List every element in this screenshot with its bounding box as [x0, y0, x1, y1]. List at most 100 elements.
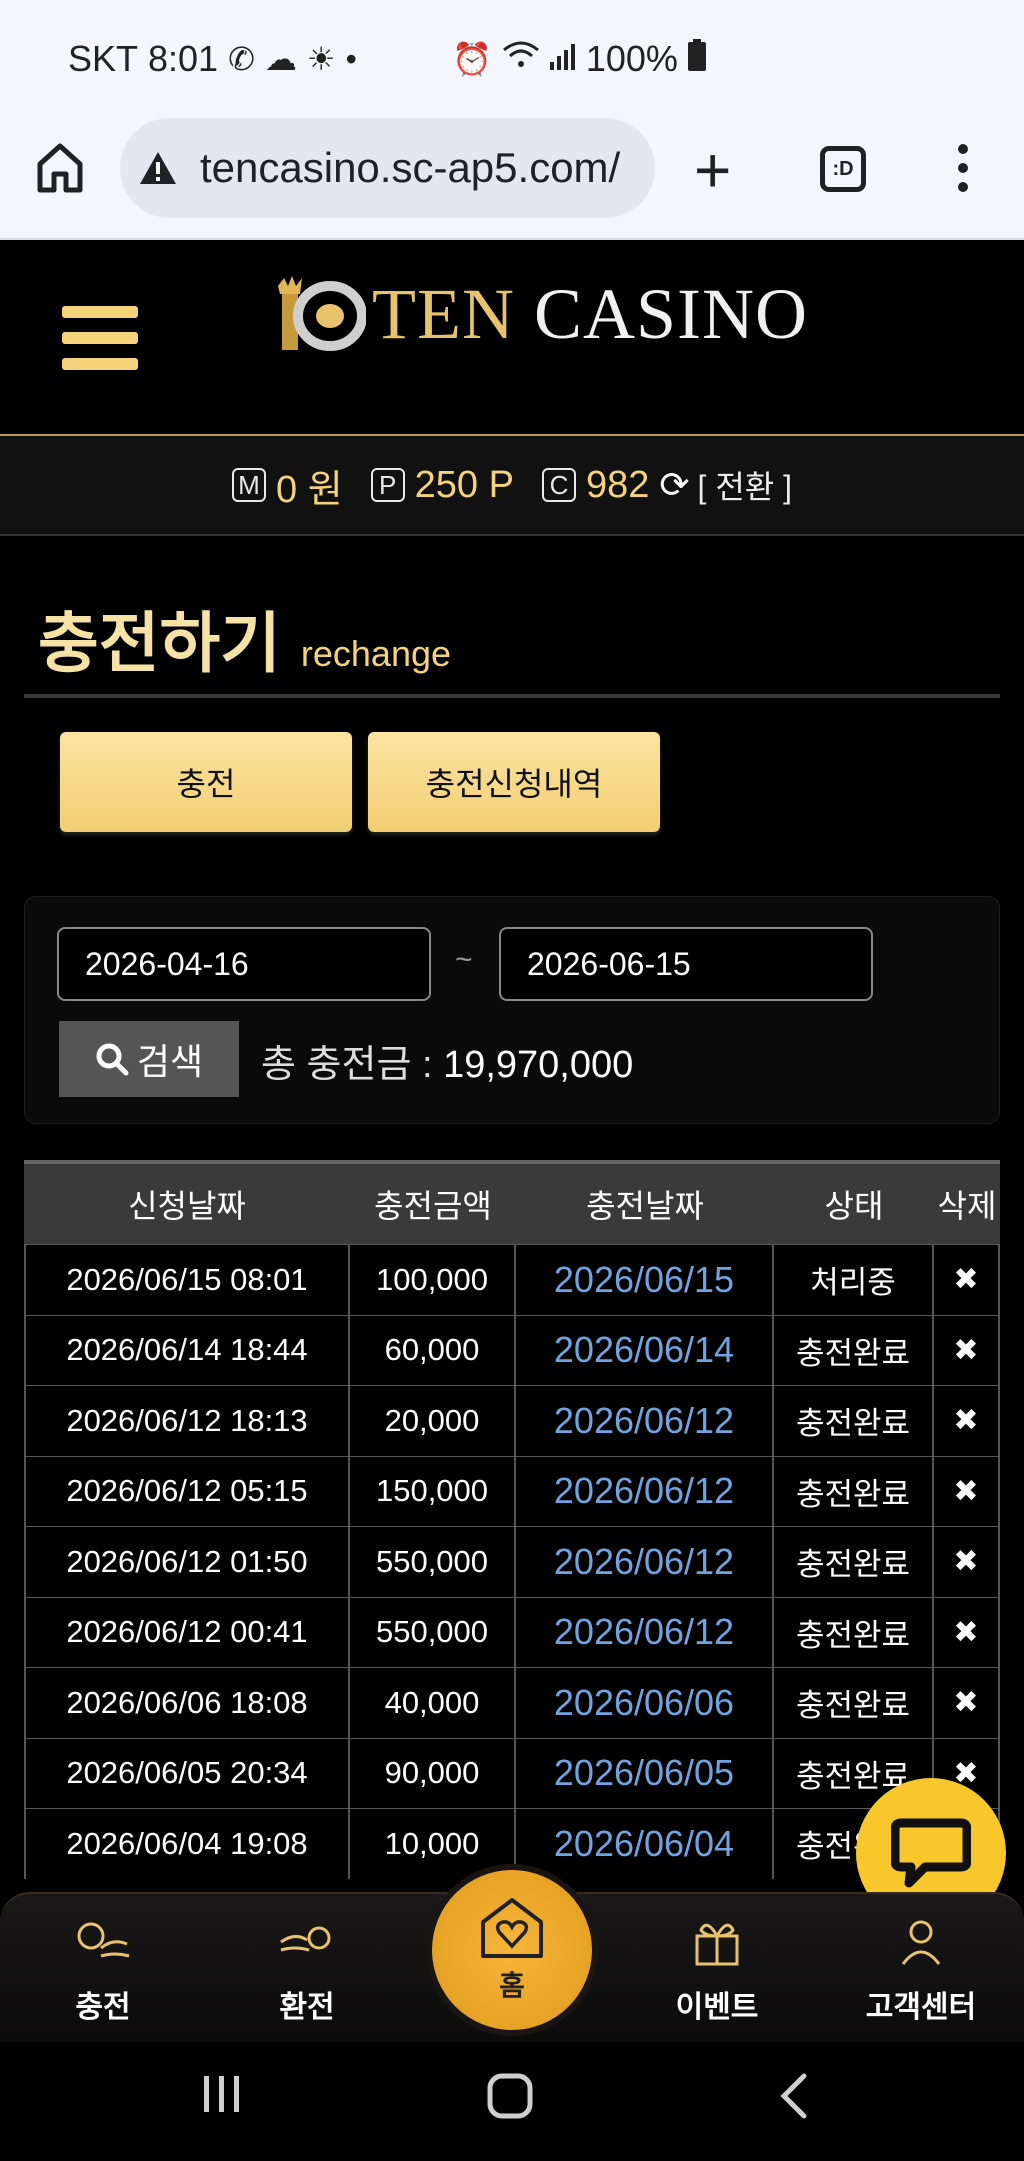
total-charge: 총 충전금 : 19,970,000 [261, 1033, 633, 1088]
cell-request-date: 2026/06/15 08:01 [24, 1245, 350, 1315]
hamburger-menu-icon[interactable] [62, 306, 138, 384]
cell-charge-date-link[interactable]: 2026/06/04 [516, 1809, 774, 1879]
cell-status: 처리중 [774, 1245, 934, 1315]
browser-toolbar: tencasino.sc-ap5.com/ + :D [0, 118, 1024, 240]
page-title-english: rechange [300, 633, 452, 674]
cell-charge-date-link[interactable]: 2026/06/12 [516, 1386, 774, 1456]
tab-switcher-button[interactable]: :D [820, 146, 866, 192]
total-charge-label: 총 충전금 : [261, 1044, 433, 1086]
title-divider [24, 694, 1000, 698]
signal-icon [549, 41, 576, 78]
search-panel: 2026-04-16 ~ 2026-06-15 검색 총 충전금 : 19,97… [24, 896, 1000, 1124]
cell-charge-date-link[interactable]: 2026/06/15 [516, 1245, 774, 1315]
header-status: 상태 [824, 1188, 884, 1224]
system-navigation-bar [0, 2042, 1024, 2161]
money-badge-icon: M [232, 468, 266, 502]
url-text[interactable]: tencasino.sc-ap5.com/ [200, 144, 620, 192]
logo-emblem-icon [278, 276, 366, 351]
call-status-icon: ✆ [228, 41, 255, 77]
logo-text-ten: TEN [372, 273, 515, 354]
table-row: 2026/06/06 18:08 40,000 2026/06/06 충전완료 ✖ [24, 1667, 1000, 1738]
cell-status: 충전완료 [774, 1386, 934, 1456]
sun-icon: ☀ [306, 41, 336, 77]
coin-badge-icon: C [541, 468, 576, 502]
nav-event[interactable]: 이벤트 [642, 1908, 792, 2026]
cell-charge-date-link[interactable]: 2026/06/12 [516, 1456, 774, 1526]
wifi-icon [502, 40, 540, 78]
cell-request-date: 2026/06/12 00:41 [24, 1597, 350, 1667]
cell-amount: 60,000 [350, 1315, 516, 1385]
cell-charge-date-link[interactable]: 2026/06/05 [516, 1738, 774, 1808]
date-from-input[interactable]: 2026-04-16 [57, 927, 431, 1001]
coin-value: 982 [585, 463, 650, 506]
cell-status: 충전완료 [774, 1456, 934, 1526]
convert-link[interactable]: [ 전환 ] [698, 462, 792, 508]
alarm-icon: ⏰ [452, 41, 492, 77]
nav-home-label: 홈 [499, 1970, 525, 2001]
nav-support-label: 고객센터 [865, 1991, 977, 2024]
charge-history-button[interactable]: 충전신청내역 [368, 732, 660, 832]
delete-row-icon[interactable]: ✖ [934, 1245, 1000, 1315]
cell-amount: 550,000 [350, 1527, 516, 1597]
cell-amount: 150,000 [350, 1456, 516, 1526]
date-to-input[interactable]: 2026-06-15 [499, 927, 873, 1001]
gift-icon [695, 1923, 739, 1966]
not-secure-warning-icon[interactable] [138, 150, 178, 186]
new-tab-plus-icon[interactable]: + [694, 138, 731, 202]
cell-request-date: 2026/06/04 19:08 [24, 1809, 350, 1879]
cloud-icon: ☁ [264, 41, 297, 77]
cell-charge-date-link[interactable]: 2026/06/14 [516, 1315, 774, 1385]
nav-exchange[interactable]: 환전 [232, 1908, 382, 2026]
nav-support[interactable]: 고객센터 [846, 1908, 996, 2026]
cell-request-date: 2026/06/06 18:08 [24, 1668, 350, 1738]
cell-request-date: 2026/06/12 18:13 [24, 1386, 350, 1456]
browser-home-icon[interactable] [36, 142, 84, 194]
cell-request-date: 2026/06/05 20:34 [24, 1738, 350, 1808]
search-button[interactable]: 검색 [59, 1021, 239, 1097]
table-row: 2026/06/14 18:44 60,000 2026/06/14 충전완료 ✖ [24, 1314, 1000, 1385]
charge-button[interactable]: 충전 [60, 732, 352, 832]
home-heart-icon [481, 1898, 543, 1958]
nav-charge[interactable]: 충전 [28, 1908, 178, 2026]
nav-exchange-label: 환전 [279, 1991, 335, 2024]
cell-status: 충전완료 [774, 1527, 934, 1597]
ten-casino-logo[interactable]: TEN CASINO [270, 272, 808, 356]
site-header: TEN CASINO [0, 240, 1024, 436]
cell-status: 충전완료 [774, 1668, 934, 1738]
cell-charge-date-link[interactable]: 2026/06/06 [516, 1668, 774, 1738]
address-bar[interactable]: tencasino.sc-ap5.com/ [120, 118, 655, 218]
table-row: 2026/06/12 00:41 550,000 2026/06/12 충전완료 ✖ [24, 1596, 1000, 1667]
recent-apps-icon[interactable] [200, 2072, 244, 2121]
nav-home-button[interactable]: 홈 [432, 1870, 592, 2030]
table-header: 신청날짜 충전금액 충전날짜 상태 삭제 [24, 1160, 1000, 1244]
date-separator: ~ [455, 943, 473, 976]
delete-row-icon[interactable]: ✖ [934, 1315, 1000, 1385]
cell-charge-date-link[interactable]: 2026/06/12 [516, 1527, 774, 1597]
logo-text-casino: CASINO [533, 273, 808, 354]
table-row: 2026/06/15 08:01 100,000 2026/06/15 처리중 ✖ [24, 1244, 1000, 1315]
page-title-korean: 충전하기 [38, 606, 281, 680]
browser-menu-icon[interactable] [958, 144, 970, 201]
table-row: 2026/06/12 05:15 150,000 2026/06/12 충전완료 ✖ [24, 1455, 1000, 1526]
cell-amount: 100,000 [350, 1245, 516, 1315]
delete-row-icon[interactable]: ✖ [934, 1668, 1000, 1738]
exchange-hand-icon [280, 1926, 331, 1952]
header-delete: 삭제 [937, 1188, 997, 1224]
table-body: 2026/06/15 08:01 100,000 2026/06/15 처리중 ✖ 202… [24, 1244, 1000, 1879]
refresh-icon[interactable]: ⟳ [659, 464, 689, 506]
cell-charge-date-link[interactable]: 2026/06/12 [516, 1597, 774, 1667]
status-bar: SKT 8:01 ✆ ☁ ☀ • ⏰ 100% [0, 0, 1024, 118]
system-home-icon[interactable] [486, 2072, 534, 2125]
table-row: 2026/06/12 18:13 20,000 2026/06/12 충전완료 ✖ [24, 1385, 1000, 1456]
point-value: 250 P [414, 463, 514, 506]
table-row: 2026/06/05 20:34 90,000 2026/06/05 충전완료 ✖ [24, 1737, 1000, 1808]
header-amount: 충전금액 [374, 1188, 492, 1224]
system-back-icon[interactable] [776, 2072, 812, 2125]
delete-row-icon[interactable]: ✖ [934, 1386, 1000, 1456]
cell-amount: 90,000 [350, 1738, 516, 1808]
delete-row-icon[interactable]: ✖ [934, 1597, 1000, 1667]
header-charge-date: 충전날짜 [586, 1188, 704, 1224]
delete-row-icon[interactable]: ✖ [934, 1456, 1000, 1526]
search-icon [96, 1043, 129, 1076]
delete-row-icon[interactable]: ✖ [934, 1527, 1000, 1597]
